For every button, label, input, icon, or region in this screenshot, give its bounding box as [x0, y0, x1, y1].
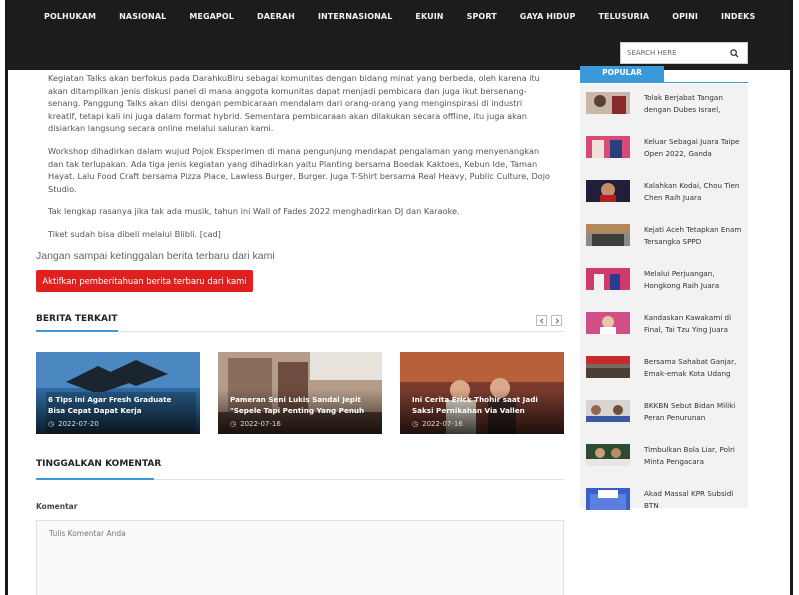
- article-body: Kegiatan Talks akan berfokus pada Darahk…: [48, 72, 553, 251]
- popular-item-thumbnail: [586, 312, 630, 334]
- popular-item-title: Keluar Sebagai Juara Taipe Open 2022, Ga…: [644, 137, 740, 158]
- nav-item-internasional[interactable]: INTERNASIONAL: [318, 12, 392, 21]
- popular-item-thumbnail: [586, 268, 630, 290]
- related-article-date: 2022-07-16: [240, 420, 281, 428]
- popular-sidebar: Tolak Berjabat Tangan dengan Dubes Israe…: [580, 84, 748, 510]
- prev-arrow-icon[interactable]: [536, 315, 547, 326]
- popular-item-title: BKKBN Sebut Bidan Miliki Peran Penurunan: [644, 401, 736, 422]
- popular-item-thumbnail: [586, 400, 630, 422]
- popular-item[interactable]: Timbulkan Bola Liar, Polri Minta Pengaca…: [586, 440, 746, 480]
- popular-item-thumbnail: [586, 444, 630, 466]
- related-article-date: 2022-07-16: [422, 420, 463, 428]
- comment-label: Komentar: [36, 502, 78, 511]
- popular-item[interactable]: Akad Massal KPR Subsidi BTN: [586, 484, 746, 524]
- popular-item[interactable]: Kandaskan Kawakami di Final, Tai Tzu Yin…: [586, 308, 746, 348]
- related-article-title: Ini Cerita Erick Thohir saat Jadi Saksi …: [412, 395, 538, 415]
- top-navigation-bar: POLHUKAM NASIONAL MEGAPOL DAERAH INTERNA…: [8, 0, 790, 70]
- popular-item-thumbnail: [586, 356, 630, 378]
- popular-item[interactable]: Melalui Perjuangan, Hongkong Raih Juara: [586, 264, 746, 304]
- nav-item-ekuin[interactable]: EKUIN: [415, 12, 443, 21]
- clock-icon: ◷: [230, 420, 237, 428]
- popular-tab-underline: [580, 82, 748, 83]
- related-article-title: Pameran Seni Lukis Sandal Jepit "Sepele …: [230, 395, 365, 415]
- article-paragraph: Tiket sudah bisa dibeli melalui Blibli. …: [48, 228, 221, 239]
- related-article-card[interactable]: Ini Cerita Erick Thohir saat Jadi Saksi …: [400, 352, 564, 434]
- popular-item-title: Tolak Berjabat Tangan dengan Dubes Israe…: [644, 93, 723, 114]
- popular-item[interactable]: Kejati Aceh Tetapkan Enam Tersangka SPPD: [586, 220, 746, 260]
- next-arrow-icon[interactable]: [551, 315, 562, 326]
- nav-item-gaya-hidup[interactable]: GAYA HIDUP: [520, 12, 576, 21]
- nav-item-megapol[interactable]: MEGAPOL: [189, 12, 234, 21]
- nav-item-indeks[interactable]: INDEKS: [721, 12, 755, 21]
- page-frame: POLHUKAM NASIONAL MEGAPOL DAERAH INTERNA…: [5, 0, 793, 595]
- popular-item-thumbnail: [586, 136, 630, 158]
- nav-item-opini[interactable]: OPINI: [672, 12, 698, 21]
- popular-item-thumbnail: [586, 180, 630, 202]
- popular-item-title: Bersama Sahabat Ganjar, Emak-emak Kota U…: [644, 357, 737, 378]
- search-icon[interactable]: [730, 48, 739, 58]
- nav-item-sport[interactable]: SPORT: [467, 12, 497, 21]
- comment-textarea[interactable]: [36, 520, 564, 595]
- popular-item-title: Akad Massal KPR Subsidi BTN: [644, 489, 734, 510]
- nav-item-nasional[interactable]: NASIONAL: [119, 12, 166, 21]
- popular-item[interactable]: Bersama Sahabat Ganjar, Emak-emak Kota U…: [586, 352, 746, 392]
- related-article-date: 2022-07-20: [58, 420, 99, 428]
- comment-title-underline: [36, 478, 154, 480]
- popular-item[interactable]: Tolak Berjabat Tangan dengan Dubes Israe…: [586, 88, 746, 128]
- clock-icon: ◷: [412, 420, 419, 428]
- nav-item-telusuria[interactable]: TELUSURIA: [598, 12, 649, 21]
- popular-item[interactable]: Keluar Sebagai Juara Taipe Open 2022, Ga…: [586, 132, 746, 172]
- clock-icon: ◷: [48, 420, 55, 428]
- popular-item-thumbnail: [586, 224, 630, 246]
- popular-item-title: Kejati Aceh Tetapkan Enam Tersangka SPPD: [644, 225, 742, 246]
- popular-item-thumbnail: [586, 92, 630, 114]
- popular-item[interactable]: BKKBN Sebut Bidan Miliki Peran Penurunan: [586, 396, 746, 436]
- search-input[interactable]: [627, 49, 717, 57]
- related-pager: [536, 315, 562, 326]
- related-article-card[interactable]: Pameran Seni Lukis Sandal Jepit "Sepele …: [218, 352, 382, 434]
- popular-item-title: Kalahkan Kodai, Chou Tien Chen Raih Juar…: [644, 181, 740, 202]
- nav-item-polhukam[interactable]: POLHUKAM: [44, 12, 96, 21]
- related-section-title: BERITA TERKAIT: [36, 314, 118, 324]
- article-paragraph: Workshop dihadirkan dalam wujud Pojok Ek…: [48, 145, 551, 194]
- notification-reminder: Jangan sampai ketinggalan berita terbaru…: [36, 250, 275, 262]
- popular-item[interactable]: Kalahkan Kodai, Chou Tien Chen Raih Juar…: [586, 176, 746, 216]
- comment-section-title: TINGGALKAN KOMENTAR: [36, 459, 162, 469]
- related-article-title: 6 Tips ini Agar Fresh Graduate Bisa Cepa…: [48, 395, 172, 415]
- popular-item-title: Timbulkan Bola Liar, Polri Minta Pengaca…: [644, 445, 735, 466]
- main-menu: POLHUKAM NASIONAL MEGAPOL DAERAH INTERNA…: [44, 12, 778, 21]
- popular-item-title: Melalui Perjuangan, Hongkong Raih Juara: [644, 269, 720, 290]
- enable-notifications-button[interactable]: Aktifkan pemberitahuan berita terbaru da…: [36, 270, 253, 292]
- search-box: [620, 42, 748, 64]
- article-paragraph: Kegiatan Talks akan berfokus pada Darahk…: [48, 73, 540, 134]
- tab-popular[interactable]: POPULAR: [580, 66, 664, 82]
- article-paragraph: Tak lengkap rasanya jika tak ada musik, …: [48, 206, 460, 217]
- popular-item-thumbnail: [586, 488, 630, 510]
- related-article-card[interactable]: 6 Tips ini Agar Fresh Graduate Bisa Cepa…: [36, 352, 200, 434]
- popular-item-title: Kandaskan Kawakami di Final, Tai Tzu Yin…: [644, 313, 732, 334]
- related-title-underline: [36, 330, 118, 332]
- nav-item-daerah[interactable]: DAERAH: [257, 12, 295, 21]
